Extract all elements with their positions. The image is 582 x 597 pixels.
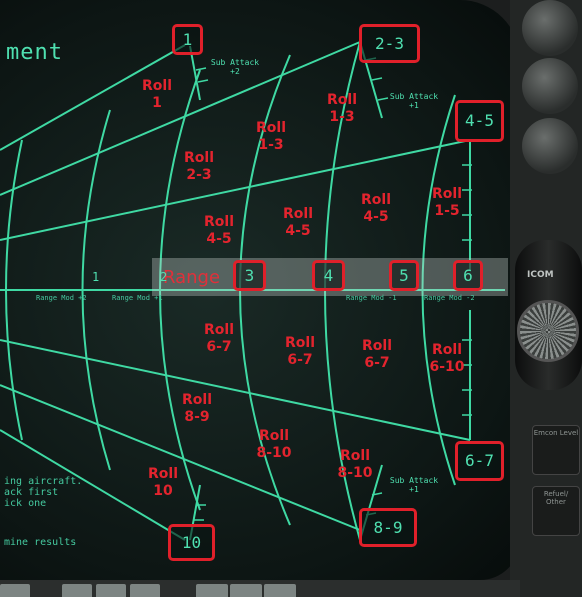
radar-screen: ment ing aircraft. ack first ick one min… [0,0,520,580]
sub-attack-2: Sub Attack +1 [384,92,444,110]
roll-cell: Roll 2-3 [174,150,224,184]
emcon-level-control[interactable]: Emcon Level [532,425,580,475]
roll-value: 2-3 [186,167,212,183]
help-footer: mine results [4,537,77,548]
knob-upper[interactable] [522,58,578,114]
roll-cell: Roll 1 [132,78,182,112]
roll-cell: Roll 1-3 [317,92,367,126]
bearing-box-1: 1 [172,24,203,55]
roll-label: Roll [361,192,391,208]
roll-value: 1-5 [434,203,460,219]
sub-attack-3-mod: +1 [409,485,419,494]
roll-cell: Roll 4-5 [273,206,323,240]
roll-value: 4-5 [363,209,389,225]
range-label: Range [163,267,221,288]
sub-attack-3: Sub Attack +1 [384,476,444,494]
help-line-1: ing aircraft. [4,476,83,487]
bearing-box-6-7: 6-7 [455,441,504,481]
roll-value: 1-3 [329,109,355,125]
roll-label: Roll [283,206,313,222]
range-axis-1: 1 [92,270,100,284]
range-marker-4: 4 [312,260,345,291]
roll-cell: Roll 8-9 [172,392,222,426]
roll-label: Roll [259,428,289,444]
sub-attack-2-mod: +1 [409,101,419,110]
roll-value: 8-10 [256,445,292,461]
bearing-box-2-3: 2-3 [359,24,420,63]
screen-title: ment [6,40,63,65]
sub-attack-1: Sub Attack +2 [205,58,265,76]
roll-cell: Roll 6-7 [352,338,402,372]
roll-cell: Roll 1-5 [422,186,472,220]
bearing-box-4-5: 4-5 [455,100,504,142]
range-mod-plus1: Range Mod +1 [112,294,163,302]
roll-cell: Roll 8-10 [249,428,299,462]
range-marker-5: 5 [389,260,419,291]
roll-cell: Roll 6-10 [422,342,472,376]
bearing-box-10: 10 [168,524,215,561]
sub-attack-1-mod: +2 [230,67,240,76]
roll-cell: Roll 4-5 [351,192,401,226]
roll-label: Roll [184,150,214,166]
roll-value: 8-9 [184,409,210,425]
roll-label: Roll [432,342,462,358]
roll-label: Roll [285,335,315,351]
sub-attack-2-text: Sub Attack [389,92,439,101]
roll-label: Roll [327,92,357,108]
bottom-key[interactable] [196,584,228,597]
knob-middle[interactable] [522,118,578,174]
range-mod-minus1: Range Mod -1 [346,294,397,302]
roll-cell: Roll 8-10 [330,448,380,482]
roll-label: Roll [340,448,370,464]
roll-value: 1 [152,95,162,111]
range-axis-2: 2 [160,270,168,284]
roll-cell: Roll 6-7 [275,335,325,369]
sub-attack-3-text: Sub Attack [389,476,439,485]
refuel-label: Refuel/ Other [543,490,569,506]
emcon-label: Emcon Level [533,429,579,437]
roll-label: Roll [182,392,212,408]
knob-top[interactable] [522,0,578,56]
roll-value: 6-7 [364,355,390,371]
roll-value: 10 [153,483,173,499]
roll-value: 4-5 [206,231,232,247]
bearing-box-8-9: 8-9 [359,508,417,547]
roll-value: 8-10 [337,465,373,481]
roll-value: 1-3 [258,137,284,153]
help-line-2: ack first [4,487,59,498]
bottom-key[interactable] [96,584,126,597]
refuel-other-control[interactable]: Refuel/ Other [532,486,580,536]
range-marker-3: 3 [233,260,266,291]
roll-value: 6-7 [287,352,313,368]
range-mod-plus2: Range Mod +2 [36,294,87,302]
sub-attack-1-text: Sub Attack [210,58,260,67]
roll-label: Roll [432,186,462,202]
bottom-key[interactable] [264,584,296,597]
roll-label: Roll [204,214,234,230]
roll-value: 4-5 [285,223,311,239]
roll-label: Roll [256,120,286,136]
bottom-key[interactable] [62,584,92,597]
range-marker-6: 6 [453,260,483,291]
bottom-key[interactable] [230,584,262,597]
roll-cell: Roll 10 [138,466,188,500]
range-mod-minus2: Range Mod -2 [424,294,475,302]
roll-cell: Roll 4-5 [194,214,244,248]
roll-label: Roll [204,322,234,338]
roll-cell: Roll 6-7 [194,322,244,356]
roll-label: Roll [142,78,172,94]
roll-label: Roll [148,466,178,482]
roll-value: 6-10 [429,359,465,375]
roll-cell: Roll 1-3 [246,120,296,154]
roll-value: 6-7 [206,339,232,355]
mic-brand-label: ICOM [527,270,554,280]
bottom-key[interactable] [130,584,160,597]
mic-grill-icon [517,300,579,362]
bottom-key[interactable] [0,584,30,597]
roll-label: Roll [362,338,392,354]
help-line-3: ick one [4,498,47,509]
